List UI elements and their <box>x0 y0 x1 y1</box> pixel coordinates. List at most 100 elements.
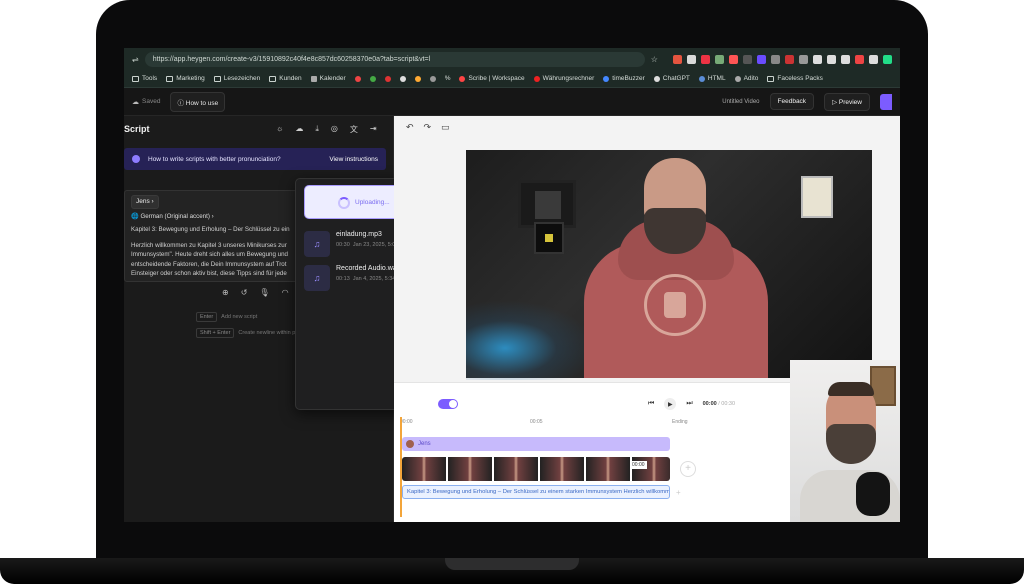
script-toolbar: ☼ ☁ ⤓ ◎ 文 ⇥ <box>276 124 377 135</box>
sound-icon[interactable]: ◠ <box>282 288 289 297</box>
extension-icon[interactable] <box>729 54 738 64</box>
bookmark-html[interactable]: HTML <box>698 75 726 82</box>
view-instructions-link[interactable]: View instructions <box>329 156 378 163</box>
how-to-use-button[interactable]: ⓘ How to use <box>170 91 226 112</box>
timeline-toggle[interactable] <box>438 399 458 409</box>
extension-icon[interactable] <box>855 54 864 64</box>
html-icon <box>698 75 705 82</box>
translate-icon[interactable]: 文 <box>350 124 358 135</box>
uploaded-file-item[interactable]: ♫ Recorded Audio.wav 00:13 Jan 4, 2025, … <box>304 265 405 291</box>
bookmark-favicon-icon[interactable] <box>369 75 376 82</box>
video-thumbnail <box>402 457 446 481</box>
skip-forward-icon[interactable]: ⏭ <box>686 400 692 408</box>
history-icon[interactable]: ↺ <box>241 288 248 297</box>
bookmark-label: % <box>444 75 451 82</box>
timebuzzer-icon <box>603 75 610 82</box>
download-icon[interactable]: ⤓ <box>315 124 319 135</box>
bookmark-kalender[interactable]: Kalender <box>310 75 346 82</box>
extension-icon[interactable] <box>799 54 808 64</box>
info-icon <box>132 155 140 163</box>
extensions-row <box>673 54 892 64</box>
site-settings-icon[interactable]: ⇌ <box>132 55 139 64</box>
calendar-icon <box>310 75 317 82</box>
bookmark-chatgpt[interactable]: ChatGPT <box>653 75 690 82</box>
bookmark-favicon-icon[interactable] <box>414 75 421 82</box>
editor-actions: ⊕ ↺ 🎙 ◠ <box>222 288 289 297</box>
bookmark-percent[interactable]: % <box>445 75 451 82</box>
microphone-icon[interactable]: 🎙 <box>259 288 269 297</box>
bookmark-timebuzzer[interactable]: timeBuzzer <box>603 75 645 82</box>
add-scene-button[interactable]: + <box>680 461 696 477</box>
bookmark-label: ChatGPT <box>662 75 690 82</box>
uploaded-file-item[interactable]: ♫ einladung.mp3 00:30 Jan 23, 2025, 5:01… <box>304 231 408 257</box>
bookmark-favicon-icon[interactable] <box>354 75 361 82</box>
url-input[interactable]: https://app.heygen.com/create-v3/1591089… <box>144 51 645 67</box>
picture-content <box>545 234 553 242</box>
bookmark-kunden[interactable]: Kunden <box>269 75 302 82</box>
bookmark-star-icon[interactable]: ☆ <box>651 55 658 64</box>
play-button[interactable]: ▶ <box>664 398 677 410</box>
folder-icon <box>213 75 221 82</box>
bookmark-tools[interactable]: Tools <box>132 75 157 82</box>
extension-icon[interactable] <box>785 54 794 64</box>
avatar-thumbnail <box>406 440 414 448</box>
extension-icon[interactable] <box>869 54 878 64</box>
saved-status: Saved <box>142 98 161 105</box>
undo-icon[interactable]: ↶ <box>406 122 414 133</box>
wall-picture <box>534 222 564 254</box>
bookmark-faceless-packs[interactable]: Faceless Packs <box>767 75 823 82</box>
preview-button[interactable]: ▷ Preview <box>824 92 870 111</box>
extension-icon[interactable] <box>757 54 766 64</box>
bookmark-waehrungsrechner[interactable]: Währungsrechner <box>533 75 595 82</box>
extension-icon[interactable] <box>841 54 850 64</box>
extension-icon[interactable] <box>743 54 752 64</box>
extension-icon[interactable] <box>883 54 892 64</box>
scribe-icon <box>459 75 466 82</box>
speaker-selector[interactable]: Jens › <box>131 195 159 209</box>
add-track-icon[interactable]: + <box>676 488 681 497</box>
bookmark-favicon-icon[interactable] <box>429 75 436 82</box>
video-title[interactable]: Untitled Video <box>722 99 759 105</box>
app-header: ☁ Saved ⓘ How to use Untitled Video Feed… <box>124 88 900 116</box>
submit-button[interactable] <box>880 93 892 110</box>
help-icon: ⓘ <box>177 99 184 107</box>
redo-icon[interactable]: ↷ <box>424 122 432 133</box>
video-thumbnail <box>448 457 492 481</box>
avatar-track[interactable]: Jens <box>402 437 670 451</box>
accent-label: German (Original accent) <box>140 212 210 220</box>
upload-cloud-icon[interactable]: ☁ <box>295 124 303 135</box>
extension-icon[interactable] <box>827 54 836 64</box>
bookmark-marketing[interactable]: Marketing <box>166 75 205 82</box>
kbd-shift-enter: Shift + Enter <box>196 328 235 338</box>
bookmark-label: HTML <box>707 75 726 82</box>
extension-icon[interactable] <box>715 54 724 64</box>
extension-icon[interactable] <box>771 54 780 64</box>
bookmark-favicon-icon[interactable] <box>399 75 406 82</box>
feedback-button[interactable]: Feedback <box>769 93 815 110</box>
extension-icon[interactable] <box>813 54 822 64</box>
video-canvas-area: ↶ ↷ ▭ <box>394 116 900 387</box>
add-icon[interactable]: ⊕ <box>222 288 229 297</box>
extension-icon[interactable] <box>701 54 710 64</box>
laptop-screen: ⇌ https://app.heygen.com/create-v3/15910… <box>124 48 900 522</box>
monitor-icon[interactable]: ▭ <box>441 122 450 133</box>
extension-icon[interactable] <box>673 54 682 64</box>
collapse-icon[interactable]: ⇥ <box>370 124 377 135</box>
bookmark-label: Währungsrechner <box>542 75 595 82</box>
bookmark-favicon-icon[interactable] <box>384 75 391 82</box>
hint-shift-enter: Shift + Enter Create newline within pa <box>196 328 298 338</box>
bookmark-scribe[interactable]: Scribe | Workspace <box>459 75 525 82</box>
sun-icon[interactable]: ☼ <box>276 124 283 135</box>
thumbnail-time-badge: 00:00 <box>630 461 647 469</box>
preview-label: Preview <box>838 98 862 106</box>
bookmark-label: Tools <box>142 75 158 82</box>
bookmark-adito[interactable]: Adito <box>734 75 759 82</box>
extension-icon[interactable] <box>687 54 696 64</box>
bookmark-label: Adito <box>743 75 759 82</box>
bookmark-lesezeichen[interactable]: Lesezeichen <box>213 75 260 82</box>
globe-icon[interactable]: ◎ <box>331 124 338 135</box>
speaker-name: Jens <box>136 198 150 205</box>
skip-back-icon[interactable]: ⏮ <box>648 400 654 408</box>
script-track[interactable]: Kapitel 3: Bewegung und Erholung – Der S… <box>402 485 670 499</box>
avatar-video-preview[interactable] <box>466 150 872 380</box>
